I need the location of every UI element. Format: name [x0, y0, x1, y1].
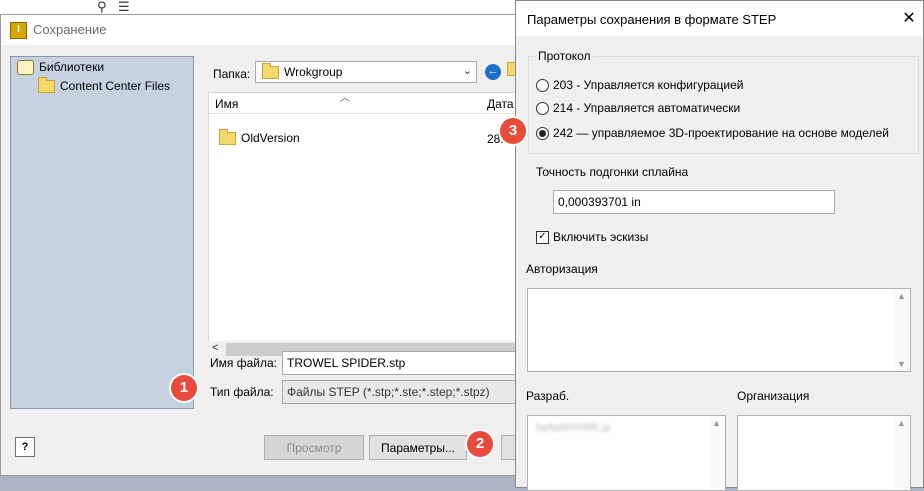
scroll-down-icon[interactable]: ▼ — [897, 359, 906, 369]
close-icon[interactable]: ✕ — [899, 8, 919, 28]
folder-select-value: Wrokgroup — [284, 65, 343, 79]
protocol-203-radio[interactable]: 203 - Управляется конфигурацией — [536, 78, 744, 92]
file-list[interactable]: ︿ Имя Дата OldVersion 28.0 — [208, 92, 530, 342]
folder-icon — [262, 62, 279, 79]
folder-label: Папка: — [213, 67, 251, 81]
developer-value: bellaRRRRR ja — [536, 422, 611, 434]
vertical-scrollbar[interactable]: ▲ — [894, 416, 910, 490]
developer-textarea[interactable]: bellaRRRRR ja ▲ — [527, 415, 726, 491]
folder-select[interactable]: Wrokgroup ⌄ — [255, 61, 477, 83]
help-icon[interactable]: ? — [15, 437, 35, 457]
file-type-label: Тип файла: — [210, 385, 274, 399]
scroll-up-icon[interactable]: ▲ — [897, 291, 906, 301]
scroll-up-icon[interactable]: ▲ — [897, 418, 906, 428]
step-options-dialog: Параметры сохранения в формате STEP ✕ Пр… — [515, 0, 924, 491]
preview-button[interactable]: Просмотр — [264, 435, 364, 460]
radio-button-icon — [536, 78, 549, 92]
annotation-badge-3: 3 — [500, 118, 526, 144]
include-sketches-checkbox[interactable]: ✓ Включить эскизы — [536, 230, 648, 244]
radio-button-selected-icon — [536, 126, 549, 140]
save-dialog-title: Сохранение — [33, 22, 107, 37]
authorization-label: Авторизация — [526, 262, 598, 276]
file-name-label: Имя файла: — [210, 356, 277, 370]
back-arrow-icon[interactable]: ← — [485, 64, 501, 80]
protocol-214-label: 214 - Управляется автоматически — [553, 101, 741, 115]
save-dialog-titlebar: I Сохранение — [1, 15, 529, 45]
scroll-left-icon[interactable]: < — [212, 342, 218, 354]
file-type-select[interactable]: Файлы STEP (*.stp;*.ste;*.step;*.stpz) — [282, 380, 537, 404]
folder-icon — [219, 128, 236, 145]
spline-accuracy-input[interactable]: 0,000393701 in — [553, 190, 835, 214]
library-icon — [17, 59, 34, 75]
spline-accuracy-label: Точность подгонки сплайна — [536, 165, 689, 179]
search-icon: ⚲ — [97, 0, 107, 15]
step-dialog-titlebar: Параметры сохранения в формате STEP ✕ — [516, 1, 923, 36]
options-button[interactable]: Параметры... — [369, 435, 467, 460]
checkmark-icon: ✓ — [536, 230, 549, 244]
folder-icon — [38, 76, 55, 93]
vertical-scrollbar[interactable]: ▲ ▼ — [894, 289, 910, 371]
annotation-badge-2: 2 — [467, 431, 493, 457]
annotation-badge-1: 1 — [171, 375, 197, 401]
tree-item-content-center-label: Content Center Files — [60, 79, 171, 93]
inventor-app-icon: I — [10, 22, 27, 39]
tree-item-content-center[interactable]: Content Center Files — [38, 76, 171, 94]
include-sketches-label: Включить эскизы — [553, 230, 649, 244]
organization-textarea[interactable]: ▲ — [737, 415, 911, 491]
developer-label: Разраб. — [526, 389, 570, 403]
file-name-input[interactable]: TROWEL SPIDER.stp — [282, 351, 537, 375]
scroll-up-icon[interactable]: ▲ — [712, 418, 721, 428]
tree-item-libraries-label: Библиотеки — [39, 60, 105, 74]
organization-label: Организация — [737, 389, 810, 403]
save-dialog: I Сохранение Библиотеки Content Center F… — [0, 14, 537, 476]
vertical-scrollbar[interactable]: ▲ — [709, 416, 725, 490]
protocol-group-label: Протокол — [536, 49, 593, 63]
protocol-214-radio[interactable]: 214 - Управляется автоматически — [536, 101, 740, 115]
column-date[interactable]: Дата — [487, 97, 514, 111]
step-dialog-title: Параметры сохранения в формате STEP — [527, 12, 777, 27]
tree-item-libraries[interactable]: Библиотеки — [17, 59, 104, 75]
column-name[interactable]: Имя — [215, 97, 238, 111]
radio-button-icon — [536, 101, 549, 115]
libraries-panel[interactable]: Библиотеки Content Center Files — [10, 56, 194, 409]
protocol-242-label: 242 — управляемое 3D-проектирование на о… — [553, 126, 889, 140]
list-item[interactable]: OldVersion — [219, 128, 300, 146]
file-list-header: ︿ Имя Дата — [209, 93, 529, 114]
protocol-242-radio[interactable]: 242 — управляемое 3D-проектирование на о… — [536, 126, 889, 140]
authorization-textarea[interactable]: ▲ ▼ — [527, 288, 911, 372]
sort-ascending-icon: ︿ — [340, 93, 350, 104]
chevron-down-icon: ⌄ — [462, 65, 472, 77]
menu-icon: ☰ — [118, 0, 130, 15]
protocol-203-label: 203 - Управляется конфигурацией — [553, 78, 744, 92]
file-name: OldVersion — [241, 131, 300, 145]
